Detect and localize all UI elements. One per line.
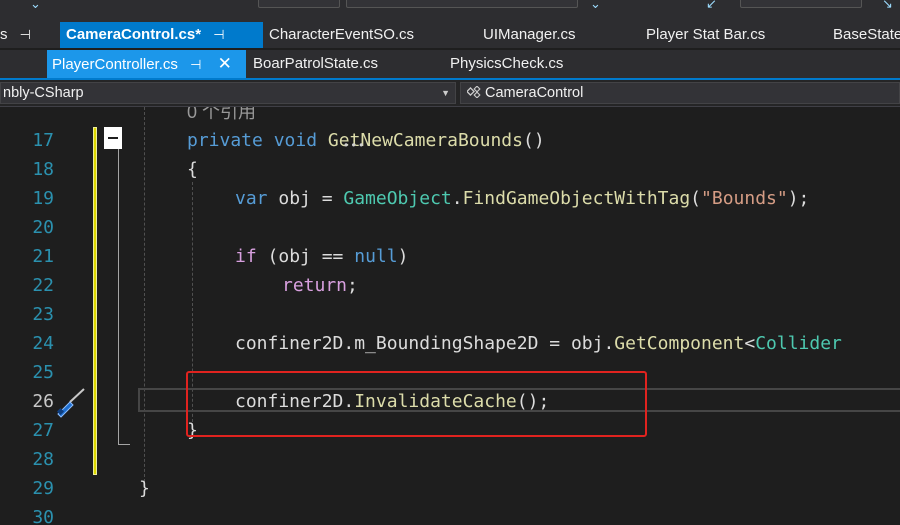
keyword: return [282,275,348,296]
tab-uimanager[interactable]: UIManager.cs [483,22,576,48]
tab-cameracontrol[interactable]: CameraControl.cs* ⊣ [60,22,263,48]
punctuation: ( [690,188,702,209]
toolbar-dropdown[interactable] [346,0,578,8]
punctuation: ; [347,275,358,296]
line-number: 22 [32,275,54,296]
line-number: 23 [32,304,54,325]
code-line-18[interactable]: { [187,155,198,184]
line-number: 29 [32,478,54,499]
tab-label: BoarPatrolState.cs [253,55,379,72]
punctuation: < [744,333,756,354]
type-name: GameObject [343,188,452,209]
tab-label: BaseState [833,26,900,43]
outline-fold-end [118,444,130,445]
tab-label: UIManager.cs [483,26,576,43]
tab-overflow[interactable]: s ⊣ [0,22,58,48]
chevron-down-icon[interactable]: ▼ [441,83,450,103]
tab-basestate[interactable]: BaseState [833,22,900,48]
tab-charactereventso[interactable]: CharacterEventSO.cs [269,22,414,48]
line-number: 18 [32,159,54,180]
method-name: FindGameObjectWithTag [462,188,691,209]
toolbar-chevron-icon[interactable]: ⌄ [30,0,41,12]
document-tab-row: PlayerController.cs ⊣ ✕ BoarPatrolState.… [0,50,900,80]
close-icon[interactable]: ✕ [218,50,232,78]
identifier: obj = [267,188,344,209]
type-dropdown[interactable]: CameraControl [460,82,900,104]
tab-label: CharacterEventSO.cs [269,26,415,43]
punctuation: ) [397,246,409,267]
code-line-29[interactable]: } [139,474,150,503]
keyword: private [187,130,263,151]
keyword: void [273,130,318,151]
code-line-19[interactable]: var obj = GameObject.FindGameObjectWithT… [235,184,809,213]
tab-label: s [0,26,8,43]
tab-label: Player Stat Bar.cs [646,26,766,43]
line-number: 21 [32,246,54,267]
toolbar-arrow-icon[interactable]: ↘ [882,0,893,12]
line-number: 25 [32,362,54,383]
line-number: 20 [32,217,54,238]
tab-boarpatrolstate[interactable]: BoarPatrolState.cs [253,50,378,78]
toolbar-dropdown[interactable] [258,0,340,8]
tab-player-stat-bar[interactable]: Player Stat Bar.cs [646,22,765,48]
line-number: 19 [32,188,54,209]
line-number: 27 [32,420,54,441]
punctuation: () [522,130,545,151]
tab-physicscheck[interactable]: PhysicsCheck.cs [450,50,563,78]
line-number-current: 26 [32,391,54,412]
code-line-21[interactable]: if (obj == null) [235,242,408,271]
type-name: Collider [755,333,842,354]
code-line-22[interactable]: return; [282,271,358,300]
class-icon [467,86,481,98]
tab-label: PlayerController.cs [52,56,178,73]
toolbar-strip: ⌄ ⌄ ↙ ↘ [0,0,900,22]
line-number: 24 [32,333,54,354]
toolbar-arrow-icon[interactable]: ↙ [706,0,717,12]
pin-icon[interactable]: ⊣ [20,22,31,48]
class-name: CameraControl [485,85,584,101]
method-name: GetComponent [614,333,745,354]
change-tracking-bar [93,127,97,475]
outline-fold-line [118,127,119,445]
code-line-17[interactable]: private void GetNewCameraBounds() [187,126,545,155]
toolbar-dropdown[interactable] [740,0,862,8]
keyword: null [354,246,398,267]
more-dots-icon: • • • [344,138,364,152]
navigation-bar: nbly-CSharp ▼ CameraControl [0,80,900,107]
project-name: nbly-CSharp [3,85,84,101]
line-number: 28 [32,449,54,470]
pin-icon[interactable]: ⊣ [213,22,224,48]
collapse-minus-icon[interactable] [104,127,122,149]
codelens-references[interactable]: 0 个引用 [187,107,256,127]
line-number: 30 [32,507,54,525]
punctuation: ); [787,188,810,209]
project-dropdown[interactable]: nbly-CSharp ▼ [0,82,456,104]
quick-actions-screwdriver-icon[interactable] [54,388,88,418]
tab-playercontroller[interactable]: PlayerController.cs ⊣ ✕ [47,50,246,78]
expression: confiner2D.m_BoundingShape2D = obj. [235,333,615,354]
pin-icon[interactable]: ⊣ [190,51,201,79]
code-line-24[interactable]: confiner2D.m_BoundingShape2D = obj.GetCo… [235,329,842,358]
tab-label: PhysicsCheck.cs [450,55,564,72]
line-number: 17 [32,130,54,151]
document-tab-row: s ⊣ CameraControl.cs* ⊣ CharacterEventSO… [0,22,900,48]
annotation-highlight-box [186,371,647,437]
code-editor[interactable]: 17 18 19 20 21 22 23 24 25 26 27 28 29 3… [0,107,900,525]
string-literal: "Bounds" [701,188,788,209]
expression: (obj == [256,246,355,267]
keyword: if [235,246,257,267]
tab-label: CameraControl.cs* [66,26,202,43]
indent-guide [144,107,145,487]
punctuation: . [451,188,463,209]
keyword: var [235,188,268,209]
toolbar-chevron-icon[interactable]: ⌄ [590,0,601,12]
